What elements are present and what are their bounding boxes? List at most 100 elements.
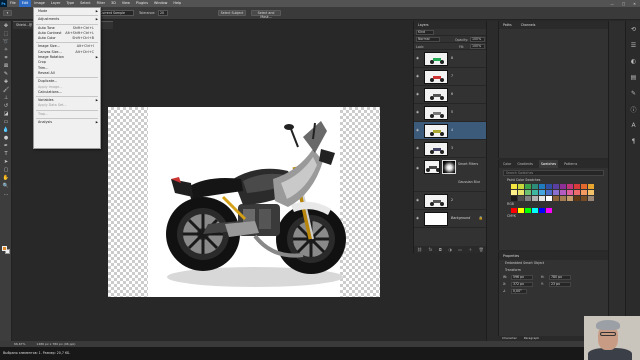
swatch-group[interactable]: CMYK [499, 214, 608, 219]
gradient-tool-icon[interactable]: ▭ [2, 118, 10, 125]
menu-3d[interactable]: 3D [108, 0, 119, 7]
fx-icon[interactable]: fx [429, 246, 433, 253]
visibility-eye-icon[interactable]: ◉ [416, 56, 419, 60]
zoom-tool-icon[interactable]: 🔍 [2, 182, 10, 189]
hand-tool-icon[interactable]: ✋ [2, 174, 10, 181]
layer-row[interactable]: ◉ 3 [414, 140, 486, 158]
color-swatch[interactable] [553, 184, 559, 189]
stamp-tool-icon[interactable]: ⊥ [2, 94, 10, 101]
type-tool-icon[interactable]: T [2, 150, 10, 157]
angle-input[interactable]: 0,00° [511, 289, 527, 294]
menu-item-mode[interactable]: Mode ▶ [34, 9, 100, 14]
new-layer-icon[interactable]: ＋ [468, 246, 472, 253]
color-swatch[interactable] [581, 196, 587, 201]
color-swatch[interactable] [539, 208, 545, 213]
color-swatch[interactable] [518, 208, 524, 213]
swatch-group[interactable]: RGB [499, 202, 608, 207]
properties-title[interactable]: Properties [499, 252, 608, 260]
color-swatch[interactable] [581, 184, 587, 189]
lasso-tool-icon[interactable]: ➰ [2, 38, 10, 45]
blur-tool-icon[interactable]: 💧 [2, 126, 10, 133]
color-swatch[interactable] [511, 184, 517, 189]
color-swatch[interactable] [532, 208, 538, 213]
magic-wand-tool-icon[interactable]: ✧ [2, 46, 10, 53]
tolerance-input[interactable]: 20 [158, 10, 168, 16]
color-swatch[interactable] [588, 196, 594, 201]
dodge-tool-icon[interactable]: ● [2, 134, 10, 141]
tab-character[interactable]: Character [502, 336, 517, 340]
layers-panel-title[interactable]: Layers [414, 21, 486, 29]
tool-preset-button[interactable]: ✦ [3, 10, 12, 16]
menu-image[interactable]: Image [31, 0, 48, 7]
color-swatch[interactable] [539, 184, 545, 189]
color-swatch[interactable] [574, 196, 580, 201]
history-brush-icon[interactable]: ↺ [2, 102, 10, 109]
color-swatch[interactable] [511, 190, 517, 195]
adjust-icon[interactable]: ◑ [448, 246, 452, 253]
link-icon[interactable]: ⛓ [417, 246, 422, 253]
visibility-eye-icon[interactable]: ◉ [416, 92, 419, 96]
color-swatch[interactable] [588, 190, 594, 195]
crop-tool-icon[interactable]: ⌗ [2, 54, 10, 61]
color-swatch[interactable] [560, 196, 566, 201]
eraser-tool-icon[interactable]: ◪ [2, 110, 10, 117]
brush-tool-icon[interactable]: 🖌 [2, 86, 10, 93]
select-subject-button[interactable]: Select Subject [218, 10, 246, 16]
layer-row[interactable]: ◉ 4 [414, 122, 486, 140]
color-swatch[interactable] [560, 190, 566, 195]
layer-row[interactable]: ◉ 5 [414, 104, 486, 122]
menu-window[interactable]: Window [151, 0, 170, 7]
color-swatch[interactable] [511, 196, 517, 201]
color-swatch[interactable] [511, 208, 517, 213]
menu-item-auto-color[interactable]: Auto Color Shift+Ctrl+B [34, 36, 100, 41]
visibility-eye-icon[interactable]: ◉ [416, 198, 419, 202]
opacity-input[interactable]: 100% [470, 37, 485, 42]
menu-plugins[interactable]: Plugins [133, 0, 151, 7]
folder-icon[interactable]: ▭ [458, 246, 462, 253]
color-swatch[interactable] [518, 184, 524, 189]
color-swatch[interactable] [532, 196, 538, 201]
color-swatch[interactable] [567, 184, 573, 189]
color-swatch[interactable] [525, 208, 531, 213]
menu-type[interactable]: Type [63, 0, 77, 7]
close-button[interactable]: ✕ [633, 2, 636, 6]
color-swatch[interactable] [567, 196, 573, 201]
smart-object-layer[interactable]: ◉ Smart Filters Gaussian Blur [414, 158, 486, 192]
color-swatch[interactable] [574, 190, 580, 195]
eyedropper-tool-icon[interactable]: ✎ [2, 70, 10, 77]
zoom-level[interactable]: 66,67% [14, 342, 25, 346]
visibility-eye-icon[interactable]: ◉ [416, 128, 419, 132]
color-swatch[interactable] [525, 196, 531, 201]
tab-gradients[interactable]: Gradients [517, 160, 533, 168]
color-swatch[interactable] [574, 184, 580, 189]
menu-item-reveal-all[interactable]: Reveal All [34, 71, 100, 76]
width-input[interactable]: 596 px [511, 275, 533, 280]
visibility-eye-icon[interactable]: ◉ [416, 166, 419, 170]
adjustments-icon[interactable]: ◐ [626, 53, 640, 69]
color-swatch[interactable] [567, 190, 573, 195]
tab-paths[interactable]: Paths [503, 23, 512, 27]
color-swatch[interactable] [553, 196, 559, 201]
select-and-mask-button[interactable]: Select and Mask... [251, 10, 281, 19]
visibility-eye-icon[interactable]: ◉ [416, 74, 419, 78]
color-swatch[interactable] [581, 190, 587, 195]
layer-row[interactable]: ◉ 8 [414, 50, 486, 68]
properties-icon[interactable]: ☰ [626, 37, 640, 53]
more-tools-icon[interactable]: … [2, 190, 10, 197]
color-swatch[interactable] [518, 190, 524, 195]
tab-color[interactable]: Color [503, 160, 511, 168]
minimize-button[interactable]: — [611, 2, 614, 6]
menu-item-adjustments[interactable]: Adjustments ▶ [34, 17, 100, 22]
menu-select[interactable]: Select [77, 0, 93, 7]
x-input[interactable]: 372 px [511, 282, 533, 287]
layer-row[interactable]: ◉ 2 [414, 192, 486, 210]
libraries-icon[interactable]: ▤ [626, 69, 640, 85]
move-tool-icon[interactable]: ✥ [2, 22, 10, 29]
paragraph-icon[interactable]: ¶ [626, 133, 640, 149]
foreground-color-swatch[interactable] [2, 246, 7, 251]
menu-layer[interactable]: Layer [48, 0, 63, 7]
visibility-eye-icon[interactable]: ◉ [416, 110, 419, 114]
layer-mask-thumbnail[interactable] [442, 160, 456, 174]
healing-brush-icon[interactable]: ✚ [2, 78, 10, 85]
color-swatch[interactable] [539, 196, 545, 201]
